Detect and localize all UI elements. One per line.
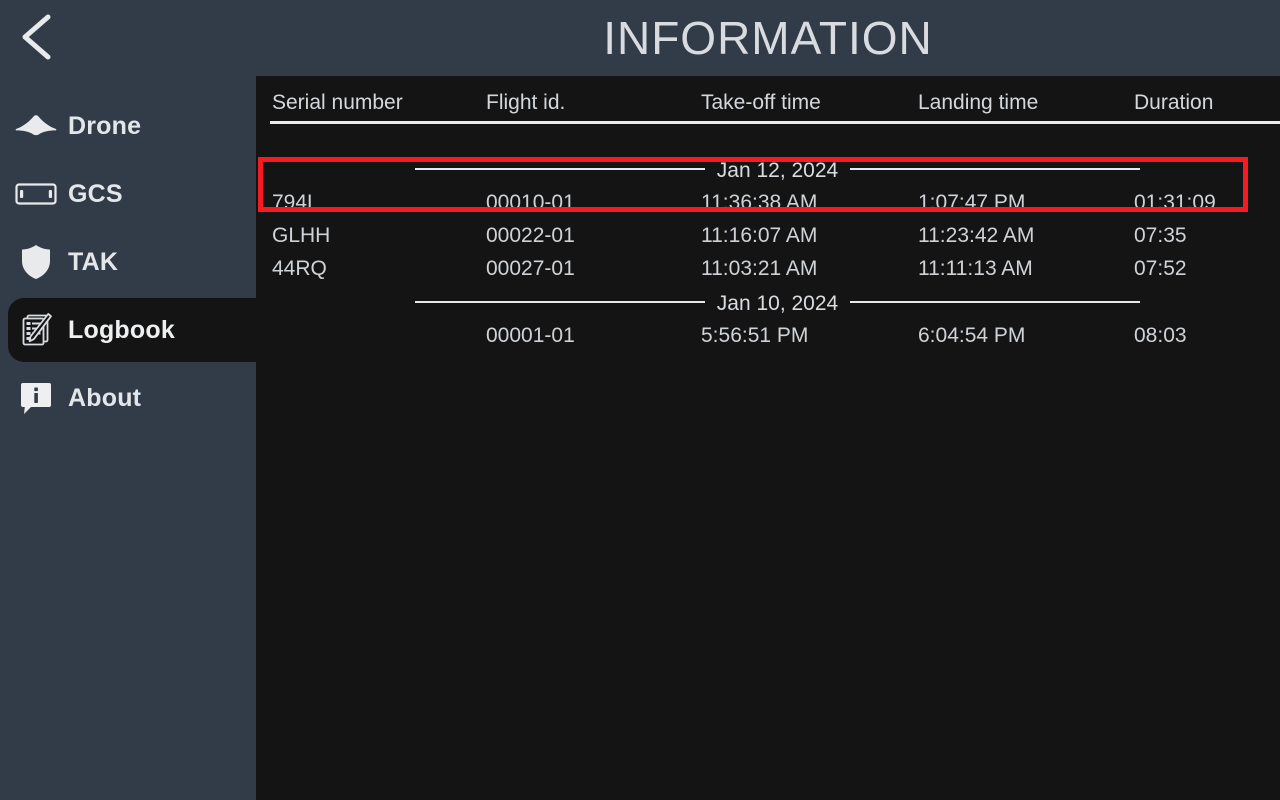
- sidebar-item-label: GCS: [68, 179, 123, 208]
- column-header-takeoff-time: Take-off time: [701, 91, 821, 114]
- sidebar-item-tak[interactable]: TAK: [0, 230, 256, 294]
- cell-flight-id: 00010-01: [486, 191, 575, 214]
- table-row[interactable]: 44RQ 00027-01 11:03:21 AM 11:11:13 AM 07:52: [256, 252, 1280, 285]
- logbook-panel: Serial number Flight id. Take-off time L…: [256, 76, 1280, 800]
- shield-icon: [14, 245, 58, 279]
- table-header: Serial number Flight id. Take-off time L…: [256, 92, 1280, 136]
- column-header-flight-id: Flight id.: [486, 91, 566, 114]
- tablet-icon: [14, 177, 58, 211]
- date-separator: Jan 12, 2024: [256, 152, 1280, 186]
- table-row[interactable]: 00001-01 5:56:51 PM 6:04:54 PM 08:03: [256, 319, 1280, 352]
- column-header-landing-time: Landing time: [918, 91, 1039, 114]
- date-separator: Jan 10, 2024: [256, 285, 1280, 319]
- cell-flight-id: 00027-01: [486, 257, 575, 280]
- sidebar-item-label: About: [68, 383, 142, 412]
- cell-takeoff-time: 11:36:38 AM: [701, 191, 818, 214]
- column-header-serial-number: Serial number: [272, 91, 403, 114]
- sidebar: Drone GCS TAK Logbook About: [0, 0, 256, 800]
- sidebar-item-drone[interactable]: Drone: [0, 94, 256, 158]
- cell-landing-time: 11:23:42 AM: [918, 224, 1035, 247]
- cell-takeoff-time: 5:56:51 PM: [701, 324, 809, 347]
- cell-duration: 01:31:09: [1134, 191, 1216, 214]
- separator-line: [415, 168, 705, 170]
- chevron-left-icon: [19, 14, 53, 60]
- separator-line: [850, 301, 1140, 303]
- separator-line: [850, 168, 1140, 170]
- table-header-rule: [270, 121, 1280, 124]
- column-header-duration: Duration: [1134, 91, 1214, 114]
- back-button[interactable]: [8, 8, 64, 66]
- info-bubble-icon: [14, 381, 58, 415]
- cell-landing-time: 1:07:47 PM: [918, 191, 1026, 214]
- sidebar-item-about[interactable]: About: [0, 366, 256, 430]
- information-screen: Drone GCS TAK Logbook About INFORMATION …: [0, 0, 1280, 800]
- sidebar-item-label: Drone: [68, 111, 142, 140]
- sidebar-item-label: Logbook: [68, 315, 175, 344]
- table-row[interactable]: 794L 00010-01 11:36:38 AM 1:07:47 PM 01:31:0…: [256, 186, 1280, 219]
- date-label: Jan 10, 2024: [716, 291, 839, 315]
- drone-icon: [14, 109, 58, 143]
- notepad-pen-icon: [14, 313, 58, 347]
- sidebar-item-logbook[interactable]: Logbook: [8, 298, 256, 362]
- logbook-rows: Jan 12, 2024 794L 00010-01 11:36:38 AM 1:07:…: [256, 152, 1280, 352]
- cell-serial-number: GLHH: [272, 224, 331, 247]
- cell-serial-number: 44RQ: [272, 257, 327, 280]
- cell-flight-id: 00001-01: [486, 324, 575, 347]
- sidebar-item-gcs[interactable]: GCS: [0, 162, 256, 226]
- cell-landing-time: 6:04:54 PM: [918, 324, 1026, 347]
- cell-duration: 08:03: [1134, 324, 1187, 347]
- cell-duration: 07:35: [1134, 224, 1187, 247]
- sidebar-nav: Drone GCS TAK Logbook About: [0, 94, 256, 434]
- cell-takeoff-time: 11:16:07 AM: [701, 224, 818, 247]
- cell-flight-id: 00022-01: [486, 224, 575, 247]
- page-title: INFORMATION: [256, 0, 1280, 76]
- table-row[interactable]: GLHH 00022-01 11:16:07 AM 11:23:42 AM 07:35: [256, 219, 1280, 252]
- separator-line: [415, 301, 705, 303]
- cell-landing-time: 11:11:13 AM: [918, 257, 1033, 280]
- cell-duration: 07:52: [1134, 257, 1187, 280]
- date-label: Jan 12, 2024: [716, 158, 839, 182]
- sidebar-item-label: TAK: [68, 247, 119, 276]
- cell-serial-number: 794L: [272, 191, 319, 214]
- cell-takeoff-time: 11:03:21 AM: [701, 257, 818, 280]
